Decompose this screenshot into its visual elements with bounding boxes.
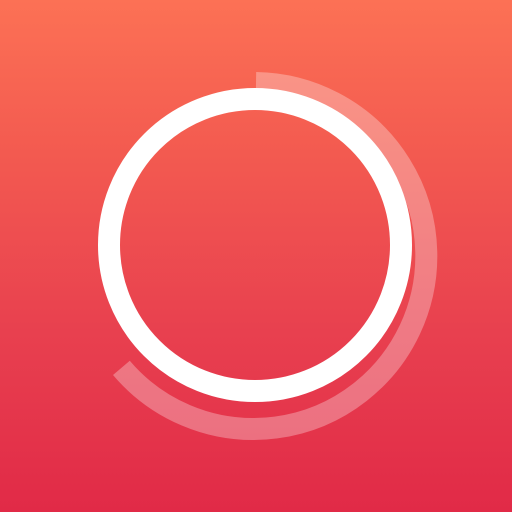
app-icon bbox=[0, 0, 512, 512]
timer-ring-icon bbox=[98, 72, 438, 440]
main-ring bbox=[98, 88, 412, 402]
